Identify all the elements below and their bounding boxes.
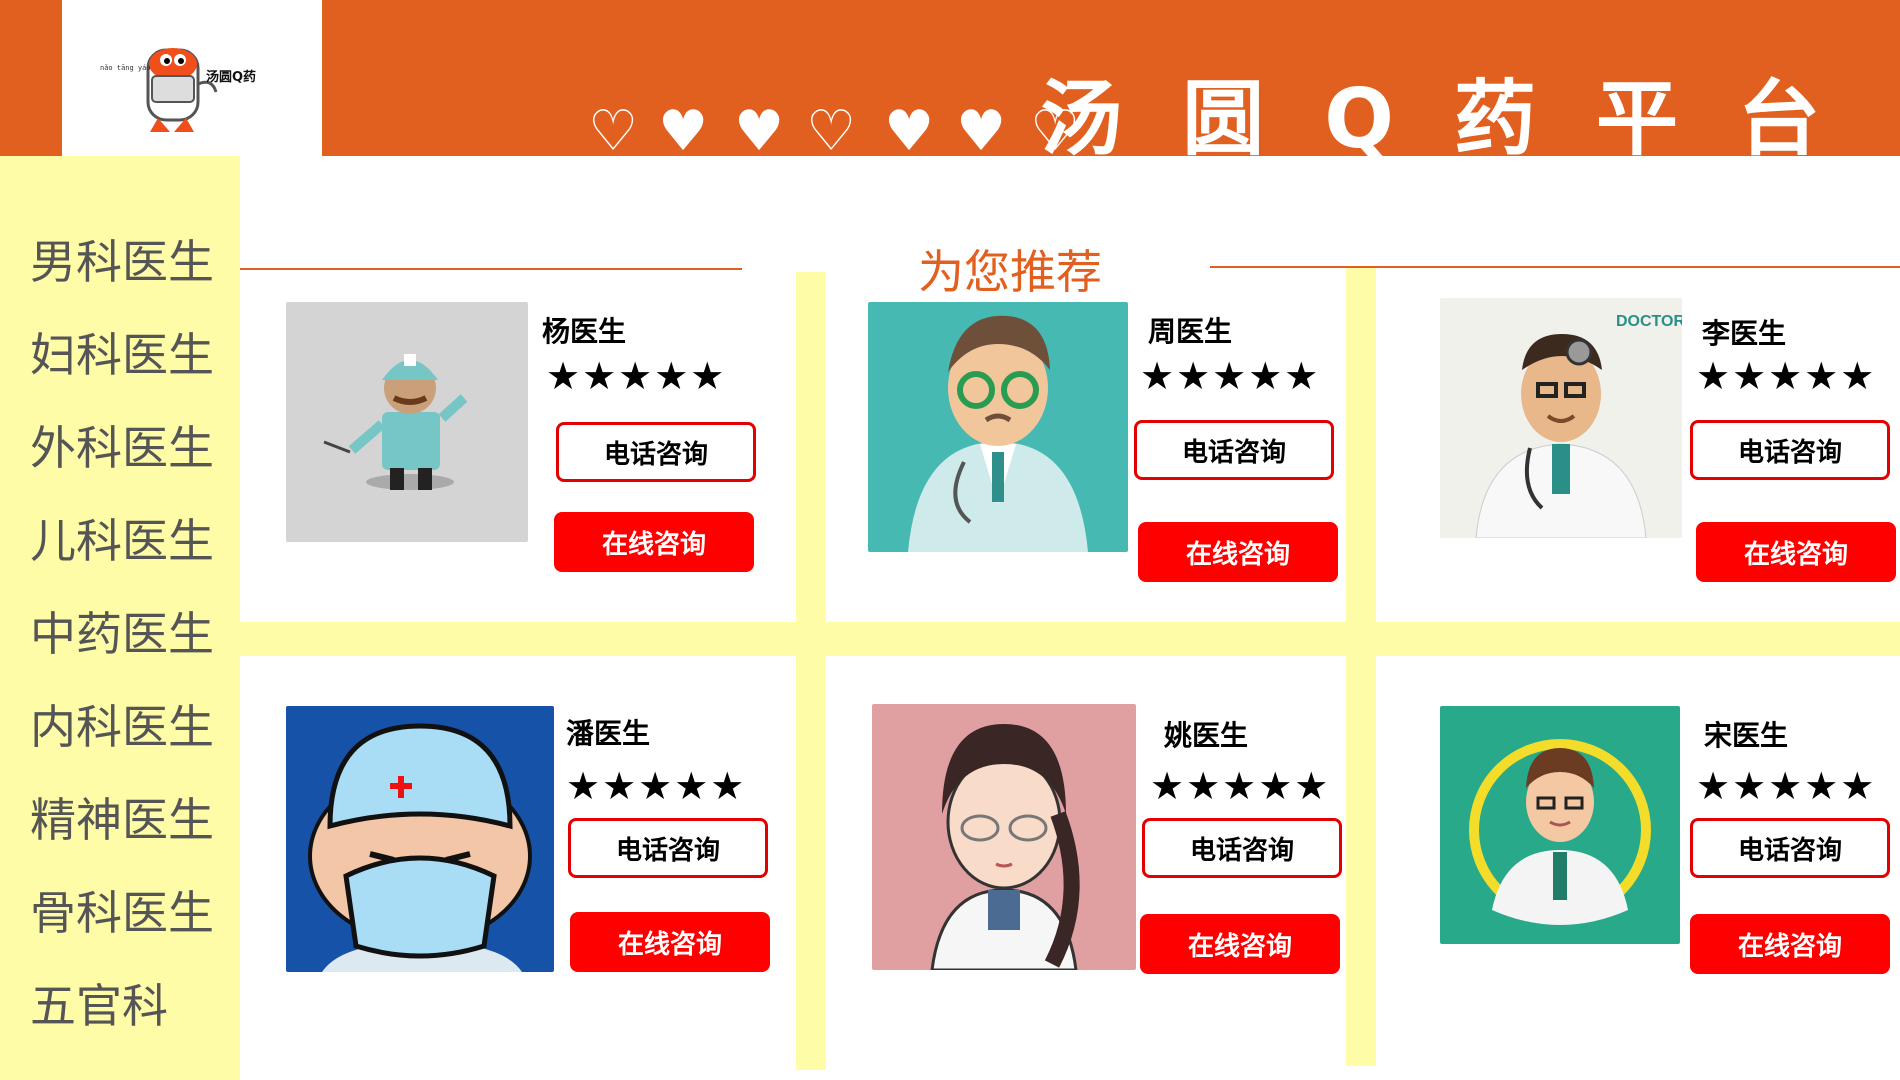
phone-consult-button[interactable]: 电话咨询 [1690,818,1890,878]
doctor-name: 姚医生 [1164,719,1249,752]
logo[interactable]: nǎo tāng yáo 汤圆Q药 [62,0,322,156]
sidebar-item-internal[interactable]: 内科医生 [30,691,214,757]
phone-consult-button[interactable]: 电话咨询 [568,818,768,878]
phone-consult-button[interactable]: 电话咨询 [1690,420,1890,480]
logo-small-text: nǎo tāng yáo [100,64,151,72]
heart-icon: ♥ [956,99,1007,164]
sidebar-item-andrology[interactable]: 男科医生 [30,226,214,292]
heart-outline-icon: ♡ [806,99,857,164]
rating-stars: ★★★★★ [566,764,747,808]
section-divider-right [1210,266,1900,268]
online-consult-button[interactable]: 在线咨询 [1696,522,1896,582]
online-consult-button[interactable]: 在线咨询 [570,912,770,972]
heart-icon: ♥ [734,99,785,164]
sidebar-item-orthopedics[interactable]: 骨科医生 [30,877,214,943]
logo-text: 汤圆Q药 [206,70,257,85]
page-title: 汤圆Q药平台 [1040,72,1880,167]
heart-icon: ♥ [884,99,935,164]
sidebar-item-gynecology[interactable]: 妇科医生 [30,319,214,385]
logo-mascot-icon [146,48,218,132]
sidebar-item-ent[interactable]: 五官科 [30,970,168,1036]
phone-consult-button[interactable]: 电话咨询 [556,422,756,482]
rating-stars: ★★★★★ [1150,764,1331,808]
grid-divider-horizontal [240,622,1900,656]
doctor-name: 李医生 [1702,317,1787,350]
online-consult-button[interactable]: 在线咨询 [1140,914,1340,974]
online-consult-button[interactable]: 在线咨询 [554,512,754,572]
doctor-glasses-avatar [868,302,1128,552]
sidebar: 男科医生 妇科医生 外科医生 儿科医生 中药医生 内科医生 精神医生 骨科医生 … [0,156,240,1080]
doctor-name: 潘医生 [566,717,651,750]
rating-stars: ★★★★★ [1140,354,1321,398]
phone-consult-button[interactable]: 电话咨询 [1142,818,1342,878]
female-doctor-avatar [872,704,1136,972]
doctor-nurse-avatar [286,302,528,542]
heart-outline-icon: ♡ [588,99,639,164]
rating-stars: ★★★★★ [546,354,727,398]
section-title: 为您推荐 [918,245,1102,299]
doctor-name: 宋医生 [1704,719,1789,752]
doctor-circle-avatar [1440,706,1680,944]
sidebar-item-tcm[interactable]: 中药医生 [30,598,214,664]
sidebar-item-psychiatry[interactable]: 精神医生 [30,784,214,850]
sidebar-item-pediatrics[interactable]: 儿科医生 [30,505,214,571]
online-consult-button[interactable]: 在线咨询 [1690,914,1890,974]
sidebar-item-surgery[interactable]: 外科医生 [30,412,214,478]
doctor-headlamp-avatar: DOCTOR VECTOR [1440,298,1756,539]
doctor-name: 周医生 [1148,315,1233,348]
heart-icon: ♥ [658,99,709,164]
section-divider-left [240,268,742,270]
rating-stars: ★★★★★ [1696,764,1877,808]
surgeon-mask-avatar [286,706,554,972]
grid-divider-vertical [1346,268,1376,1066]
rating-stars: ★★★★★ [1696,354,1877,398]
doctor-vector-badge: DOCTOR VECTOR [1616,313,1682,330]
grid-divider-vertical [796,272,826,1070]
doctor-name: 杨医生 [542,315,627,348]
online-consult-button[interactable]: 在线咨询 [1138,522,1338,582]
phone-consult-button[interactable]: 电话咨询 [1134,420,1334,480]
